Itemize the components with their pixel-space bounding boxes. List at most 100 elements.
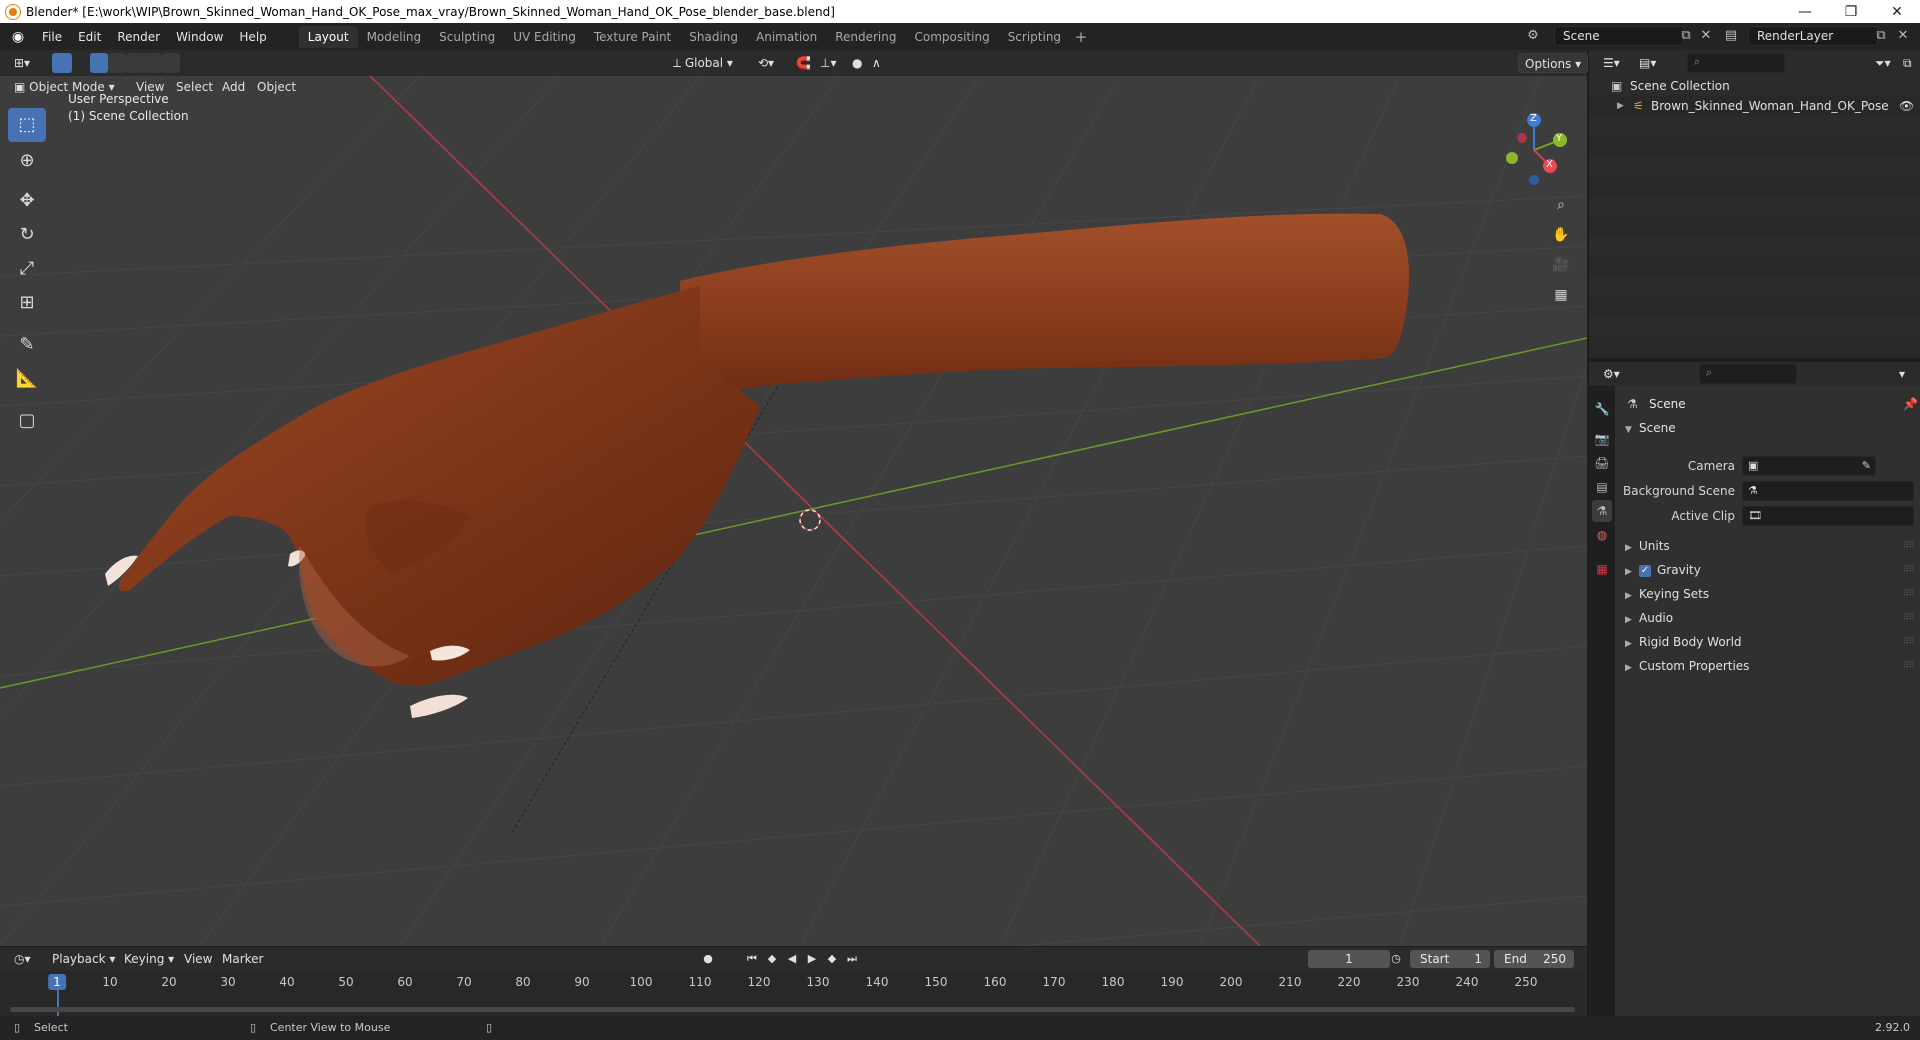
select-mode-new-icon[interactable] (90, 53, 108, 73)
drag-grip-icon[interactable]: ⠿⠿ (1903, 534, 1915, 558)
falloff-icon[interactable]: ∧ (866, 53, 887, 73)
rigid-body-world-panel[interactable]: ▶ Rigid Body World ⠿⠿ (1615, 630, 1920, 654)
render-tab-icon[interactable]: 📷 (1592, 428, 1612, 450)
editor-type-icon[interactable]: ⊞▾ (8, 53, 36, 73)
tool-tab-icon[interactable]: 🔧 (1592, 398, 1612, 420)
timeline[interactable]: 1 10 20 30 40 50 60 70 80 90 100 110 120… (0, 971, 1587, 1016)
move-tool-icon[interactable]: ✥ (8, 184, 46, 218)
end-frame-field[interactable]: End 250 (1494, 950, 1574, 968)
scale-tool-icon[interactable]: ⤢ (8, 252, 46, 286)
close-button[interactable]: ✕ (1874, 4, 1920, 20)
select-mode-subtract-icon[interactable] (126, 53, 144, 73)
properties-search-input[interactable]: ⌕ (1699, 364, 1797, 384)
navigation-gizmo[interactable]: Z Y X (1494, 110, 1574, 190)
3d-viewport[interactable]: User Perspective (1) Scene Collection Z … (0, 76, 1587, 946)
menu-file[interactable]: File (34, 26, 70, 48)
pivot-point-icon[interactable]: ⟲▾ (752, 53, 780, 73)
record-keyframe-icon[interactable]: ● (700, 951, 716, 967)
texture-tab-icon[interactable]: ▦ (1592, 558, 1612, 580)
select-mode-invert-icon[interactable] (144, 53, 162, 73)
gravity-panel[interactable]: ▶ ✓ Gravity ⠿⠿ (1615, 558, 1920, 582)
viewport-menu-object[interactable]: Object (251, 77, 302, 97)
keying-menu[interactable]: Keying ▾ (118, 949, 180, 969)
custom-properties-panel[interactable]: ▶ Custom Properties ⠿⠿ (1615, 654, 1920, 678)
scene-selector-icon[interactable]: ⚙ (1524, 27, 1542, 45)
tab-compositing[interactable]: Compositing (905, 26, 998, 48)
timeline-editor-type-icon[interactable]: ◷▾ (8, 949, 37, 969)
camera-field[interactable]: ▣ ✎ (1742, 456, 1876, 476)
outliner-object-row[interactable]: ▶ ⚟ Brown_Skinned_Woman_Hand_OK_Pose 👁 (1589, 96, 1920, 116)
transform-orientation-dropdown[interactable]: ⟂ Global ▾ (667, 53, 739, 73)
eye-visibility-icon[interactable]: 👁 (1899, 96, 1914, 116)
viewport-menu-add[interactable]: Add (216, 77, 251, 97)
minimize-button[interactable]: — (1782, 4, 1828, 20)
new-scene-icon[interactable]: ⧉ (1677, 27, 1695, 45)
timeline-scrollbar[interactable] (10, 1007, 1575, 1012)
drag-grip-icon[interactable]: ⠿⠿ (1903, 654, 1915, 678)
tab-modeling[interactable]: Modeling (358, 26, 431, 48)
menu-render[interactable]: Render (109, 26, 168, 48)
rotate-tool-icon[interactable]: ↻ (8, 218, 46, 252)
measure-tool-icon[interactable]: 📐 (8, 362, 46, 396)
snap-target-icon[interactable]: ⊥▾ (814, 53, 842, 73)
add-cube-tool-icon[interactable]: ▢ (8, 404, 46, 438)
ortho-toggle-icon[interactable]: ▦ (1548, 282, 1574, 308)
units-panel[interactable]: ▶ Units ⠿⠿ (1615, 534, 1920, 558)
display-mode-icon[interactable]: ▤▾ (1633, 53, 1662, 73)
keying-sets-panel[interactable]: ▶ Keying Sets ⠿⠿ (1615, 582, 1920, 606)
transform-tool-icon[interactable]: ⊞ (8, 286, 46, 320)
menu-help[interactable]: Help (231, 26, 274, 48)
tab-scripting[interactable]: Scripting (999, 26, 1070, 48)
scene-section-header[interactable]: ▼ Scene (1615, 416, 1920, 440)
playback-menu[interactable]: Playback ▾ (46, 949, 121, 969)
properties-options-icon[interactable]: ▾ (1893, 364, 1911, 384)
play-icon[interactable]: ▶ (804, 951, 820, 967)
options-dropdown[interactable]: Options ▾ (1518, 53, 1589, 73)
scene-name-field[interactable]: Scene (1554, 26, 1684, 46)
drag-grip-icon[interactable]: ⠿⠿ (1903, 606, 1915, 630)
active-clip-field[interactable]: 🎞 (1742, 506, 1914, 526)
restore-button[interactable]: ❐ (1828, 4, 1874, 20)
start-frame-field[interactable]: Start 1 (1410, 950, 1490, 968)
menu-edit[interactable]: Edit (70, 26, 109, 48)
output-tab-icon[interactable]: 🖨 (1592, 452, 1612, 474)
background-scene-field[interactable]: ⚗ (1742, 481, 1914, 501)
add-workspace-icon[interactable]: + (1070, 28, 1092, 46)
camera-view-icon[interactable]: 🎥 (1548, 252, 1574, 278)
annotate-tool-icon[interactable]: ✎ (8, 328, 46, 362)
tab-rendering[interactable]: Rendering (826, 26, 905, 48)
frame-cursor[interactable]: 1 (48, 974, 66, 990)
tab-uv-editing[interactable]: UV Editing (504, 26, 585, 48)
expand-arrow-icon[interactable]: ▶ (1617, 96, 1624, 116)
jump-start-icon[interactable]: ⏮ (744, 951, 760, 967)
drag-grip-icon[interactable]: ⠿⠿ (1903, 582, 1915, 606)
select-mode-intersect-icon[interactable] (162, 53, 180, 73)
snap-toggle-icon[interactable]: 🧲 (790, 53, 817, 73)
select-box-tool-icon[interactable]: ⬚ (8, 108, 46, 142)
delete-scene-icon[interactable]: ✕ (1697, 27, 1715, 45)
tab-animation[interactable]: Animation (747, 26, 826, 48)
properties-editor-type-icon[interactable]: ⚙▾ (1597, 364, 1626, 384)
preview-range-icon[interactable]: ◷ (1388, 951, 1404, 967)
new-collection-icon[interactable]: ⧉ (1897, 53, 1918, 73)
delete-view-layer-icon[interactable]: ✕ (1894, 27, 1912, 45)
new-view-layer-icon[interactable]: ⧉ (1872, 27, 1890, 45)
current-frame-field[interactable]: 1 (1308, 950, 1390, 968)
drag-grip-icon[interactable]: ⠿⠿ (1903, 558, 1915, 582)
timeline-view-menu[interactable]: View (178, 949, 218, 969)
viewport-menu-view[interactable]: View (130, 77, 170, 97)
gravity-checkbox[interactable]: ✓ (1639, 564, 1651, 577)
tab-sculpting[interactable]: Sculpting (430, 26, 504, 48)
drag-grip-icon[interactable]: ⠿⠿ (1903, 630, 1915, 654)
viewport-menu-select[interactable]: Select (170, 77, 219, 97)
tab-texture-paint[interactable]: Texture Paint (585, 26, 680, 48)
select-tool-icon[interactable] (52, 53, 72, 73)
scene-tab-icon[interactable]: ⚗ (1592, 500, 1612, 522)
menu-window[interactable]: Window (168, 26, 231, 48)
jump-prev-keyframe-icon[interactable]: ◆ (764, 951, 780, 967)
jump-end-icon[interactable]: ⏭ (844, 951, 860, 967)
tab-layout[interactable]: Layout (298, 25, 358, 48)
cursor-tool-icon[interactable]: ⊕ (8, 144, 46, 178)
view-layer-tab-icon[interactable]: ▤ (1592, 476, 1612, 498)
view-layer-icon[interactable]: ▤ (1722, 27, 1740, 45)
